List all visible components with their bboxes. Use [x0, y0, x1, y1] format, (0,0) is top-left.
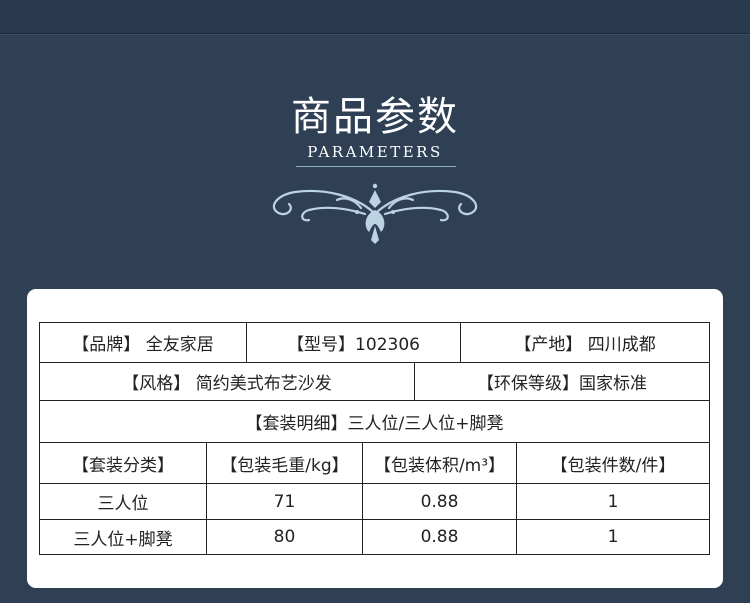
table-row: 三人位+脚凳 80 0.88 1: [39, 519, 711, 555]
pieces-cell: 1: [516, 483, 711, 520]
eco-grade-cell: 【环保等级】国家标准: [413, 362, 711, 401]
style-cell: 【风格】 简约美式布艺沙发: [39, 362, 415, 401]
table-row: 【品牌】 全友家居 【型号】102306 【产地】 四川成都: [39, 322, 711, 363]
set-detail-cell: 【套装明细】三人位/三人位+脚凳: [38, 400, 711, 443]
subtitle-underline: [296, 166, 456, 167]
column-header: 【包装件数/件】: [516, 442, 711, 484]
weight-cell: 71: [206, 483, 363, 520]
parameters-card: 【品牌】 全友家居 【型号】102306 【产地】 四川成都 【风格】 简约美式…: [27, 289, 723, 588]
volume-cell: 0.88: [361, 483, 518, 520]
model-cell: 【型号】102306: [245, 322, 462, 363]
weight-cell: 80: [206, 519, 363, 555]
page-title: 商品参数: [291, 94, 459, 140]
origin-cell: 【产地】 四川成都: [460, 322, 711, 363]
table-header-row: 【套装分类】 【包装毛重/kg】 【包装体积/m³】 【包装件数/件】: [39, 442, 711, 484]
column-header: 【包装毛重/kg】: [206, 442, 363, 484]
column-header: 【套装分类】: [39, 442, 207, 484]
table-row: 三人位 71 0.88 1: [39, 483, 711, 520]
pieces-cell: 1: [516, 519, 711, 555]
table-row: 【风格】 简约美式布艺沙发 【环保等级】国家标准: [39, 362, 711, 401]
table-row: 【套装明细】三人位/三人位+脚凳: [38, 400, 711, 443]
category-cell: 三人位: [39, 483, 207, 520]
scroll-flourish-icon: [272, 183, 478, 244]
page-subtitle: PARAMETERS: [307, 143, 443, 161]
brand-cell: 【品牌】 全友家居: [39, 322, 247, 363]
category-cell: 三人位+脚凳: [39, 519, 207, 555]
column-header: 【包装体积/m³】: [361, 442, 518, 484]
top-bar: [0, 0, 750, 34]
volume-cell: 0.88: [361, 519, 518, 555]
parameters-table: 【品牌】 全友家居 【型号】102306 【产地】 四川成都 【风格】 简约美式…: [38, 322, 711, 555]
